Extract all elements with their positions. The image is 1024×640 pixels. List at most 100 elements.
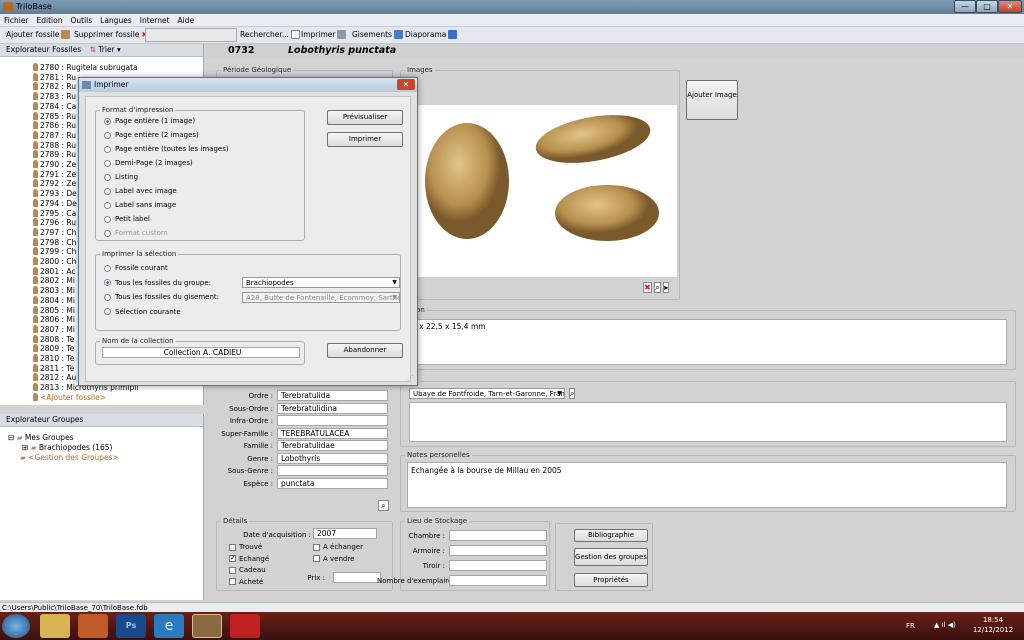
fossil-tree-item[interactable]: 2796 : Ru [33, 218, 76, 228]
selection-radio[interactable]: Tous les fossiles du groupe: [104, 279, 211, 287]
browser-taskbar-icon[interactable]: e [154, 614, 184, 638]
gisements-button[interactable]: Gisements [352, 30, 403, 39]
fossil-tree-item[interactable]: 2802 : Mi [33, 276, 75, 286]
format-radio[interactable]: Listing [104, 173, 138, 181]
fossil-tree-item[interactable]: 2794 : De [33, 198, 77, 209]
properties-button[interactable]: Propriétés [574, 573, 648, 587]
search-input[interactable] [145, 28, 237, 42]
taxonomy-field[interactable]: punctata [277, 477, 388, 489]
photoshop-taskbar-icon[interactable]: Ps [116, 614, 146, 638]
fossil-tree-item[interactable]: 2782 : Ru [33, 82, 76, 92]
format-radio[interactable]: Page entière (2 images) [104, 131, 199, 139]
fossil-tree-item[interactable]: 2809 : Te [33, 344, 74, 354]
fossil-tree-item[interactable]: 2784 : Ca [33, 101, 76, 112]
cancel-button[interactable]: Abandonner [327, 343, 403, 358]
fossil-tree-item[interactable]: 2800 : Ch [33, 257, 76, 267]
delete-image-icon[interactable]: ✖ [643, 282, 652, 293]
fossil-tree-item[interactable]: 2810 : Te [33, 354, 74, 364]
fossil-tree-item[interactable]: 2780 : Rugitela subrugata [33, 63, 138, 73]
fossil-tree-item[interactable]: 2795 : Ca [33, 208, 76, 219]
radio-button[interactable] [104, 187, 111, 195]
storage-field[interactable] [449, 545, 547, 556]
detail-checkbox[interactable]: ✓ Echangé [229, 555, 269, 563]
collection-name-field[interactable]: Collection A. CADIEU [102, 347, 300, 358]
menu-edition[interactable]: Edition [33, 14, 67, 26]
menu-langues[interactable]: Langues [96, 14, 136, 26]
selection-radio[interactable]: Tous les fossiles du gisement: [104, 293, 219, 301]
detail-checkbox[interactable]: A échanger [313, 543, 363, 551]
fossil-tree-item[interactable]: 2783 : Ru [33, 92, 76, 102]
gisement-select[interactable]: Ubaye de Fontfroide, Tarn-et-Garonne, Fr… [409, 388, 565, 399]
detail-checkbox[interactable]: Acheté [229, 578, 263, 586]
fossil-tree-item[interactable]: 2801 : Ac [33, 266, 76, 277]
expand-icon[interactable]: ⊟ [8, 433, 14, 442]
fossil-tree-item[interactable]: 2807 : Mi [33, 324, 75, 335]
fossil-tree-item[interactable]: 2797 : Ch [33, 227, 76, 238]
print-button[interactable]: Imprimer [301, 30, 347, 39]
checkbox-box[interactable] [313, 555, 320, 562]
app-taskbar-icon[interactable] [230, 614, 260, 638]
fossil-image[interactable] [405, 105, 677, 277]
fossil-tree-item[interactable]: 2785 : Ru [33, 111, 76, 122]
fossil-tree-item[interactable]: 2799 : Ch [33, 247, 76, 257]
sort-button[interactable]: Trier ▾ [98, 45, 121, 54]
radio-button[interactable] [104, 117, 111, 125]
taxonomy-field[interactable]: Terebratulidae [277, 440, 388, 451]
selection-radio[interactable]: Sélection courante [104, 308, 181, 316]
fossil-tree-item[interactable]: 2790 : Ze [33, 160, 76, 170]
format-radio[interactable]: Page entière (toutes les images) [104, 145, 229, 153]
taxonomy-field[interactable]: TEREBRATULACEA [277, 427, 388, 439]
selection-radio[interactable]: Fossile courant [104, 264, 168, 272]
close-button[interactable]: ✕ [998, 0, 1022, 13]
format-radio[interactable]: Format custom [104, 229, 168, 237]
fossil-tree-item[interactable]: 2791 : Ze [33, 169, 76, 180]
clock-date[interactable]: 12/12/2012 [972, 626, 1014, 634]
fossil-tree-item[interactable]: 2806 : Mi [33, 315, 75, 325]
checkbox-box[interactable] [313, 543, 320, 551]
radio-button[interactable] [104, 201, 111, 209]
expand-icon[interactable]: ⊞ [22, 443, 28, 452]
fossil-tree-item[interactable]: 2792 : Ze [33, 179, 76, 189]
fossil-tree-item[interactable]: 2789 : Ru [33, 150, 76, 160]
preview-button[interactable]: Prévisualiser [327, 110, 403, 125]
minimize-button[interactable]: — [954, 0, 976, 13]
format-radio[interactable]: Label avec image [104, 187, 177, 195]
radio-button[interactable] [104, 293, 111, 301]
fossil-tree-item[interactable]: 2805 : Mi [33, 305, 75, 316]
explorer-taskbar-icon[interactable] [40, 614, 70, 638]
dialog-print-button[interactable]: Imprimer [327, 132, 403, 147]
fossil-tree-item[interactable]: 2788 : Ru [33, 140, 76, 151]
gisement-search-icon[interactable]: ⌕ [569, 388, 576, 399]
resize-grip[interactable]: ⋰ [407, 374, 414, 382]
fossil-tree-item[interactable]: 2803 : Mi [33, 286, 75, 296]
radio-button[interactable] [104, 159, 111, 167]
radio-button[interactable] [104, 279, 111, 286]
menu-fichier[interactable]: Fichier [0, 14, 33, 26]
detail-checkbox[interactable]: A vendre [313, 555, 354, 563]
storage-field[interactable] [449, 575, 547, 586]
add-fossil-link[interactable]: <Ajouter fossile> [33, 392, 106, 403]
detail-checkbox[interactable]: Cadeau [229, 566, 266, 574]
group-select[interactable]: Brachiopodes ▼ [242, 277, 400, 288]
manage-groups-link[interactable]: ▰ <Gestion des Groupes> [20, 453, 119, 462]
storage-field[interactable] [449, 530, 547, 541]
taxonomy-field[interactable] [277, 415, 388, 426]
add-fossil-button[interactable]: Ajouter fossile [6, 30, 71, 39]
radio-button[interactable] [104, 308, 111, 315]
gisement-dialog-select[interactable]: A28, Butte de Fontenaille, Ecommoy, Sart… [242, 292, 400, 303]
fossil-tree-item[interactable]: 2812 : Au [33, 373, 76, 383]
notes-text[interactable]: Echangée à la bourse de Millau en 2005 [407, 462, 1007, 508]
maximize-button[interactable]: □ [976, 0, 998, 13]
checkbox-box[interactable] [229, 543, 236, 551]
zoom-icon[interactable]: ⌕ [654, 282, 661, 293]
price-field[interactable] [333, 572, 381, 583]
manage-groups-button[interactable]: Gestion des groupes [574, 548, 648, 566]
checkbox-box[interactable] [229, 566, 236, 574]
fossil-tree-item[interactable]: 2808 : Te [33, 334, 74, 345]
radio-button[interactable] [104, 215, 111, 223]
format-radio[interactable]: Label sans image [104, 201, 176, 209]
group-root[interactable]: ⊟ ▰ Mes Groupes [8, 433, 74, 442]
taxonomy-field[interactable]: Terebratulida [277, 390, 388, 401]
taxonomy-field[interactable]: Lobothyris [277, 452, 388, 464]
storage-field[interactable] [449, 560, 547, 571]
